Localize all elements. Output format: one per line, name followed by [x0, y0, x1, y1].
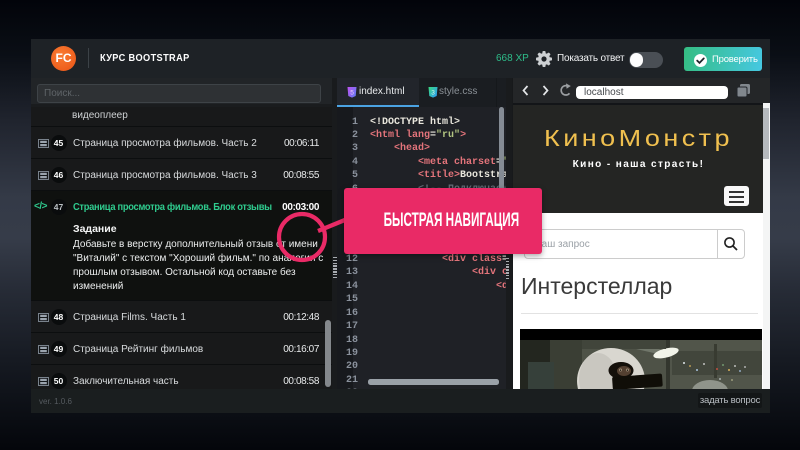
svg-text:5: 5 [350, 89, 354, 96]
svg-text:3: 3 [431, 89, 435, 96]
